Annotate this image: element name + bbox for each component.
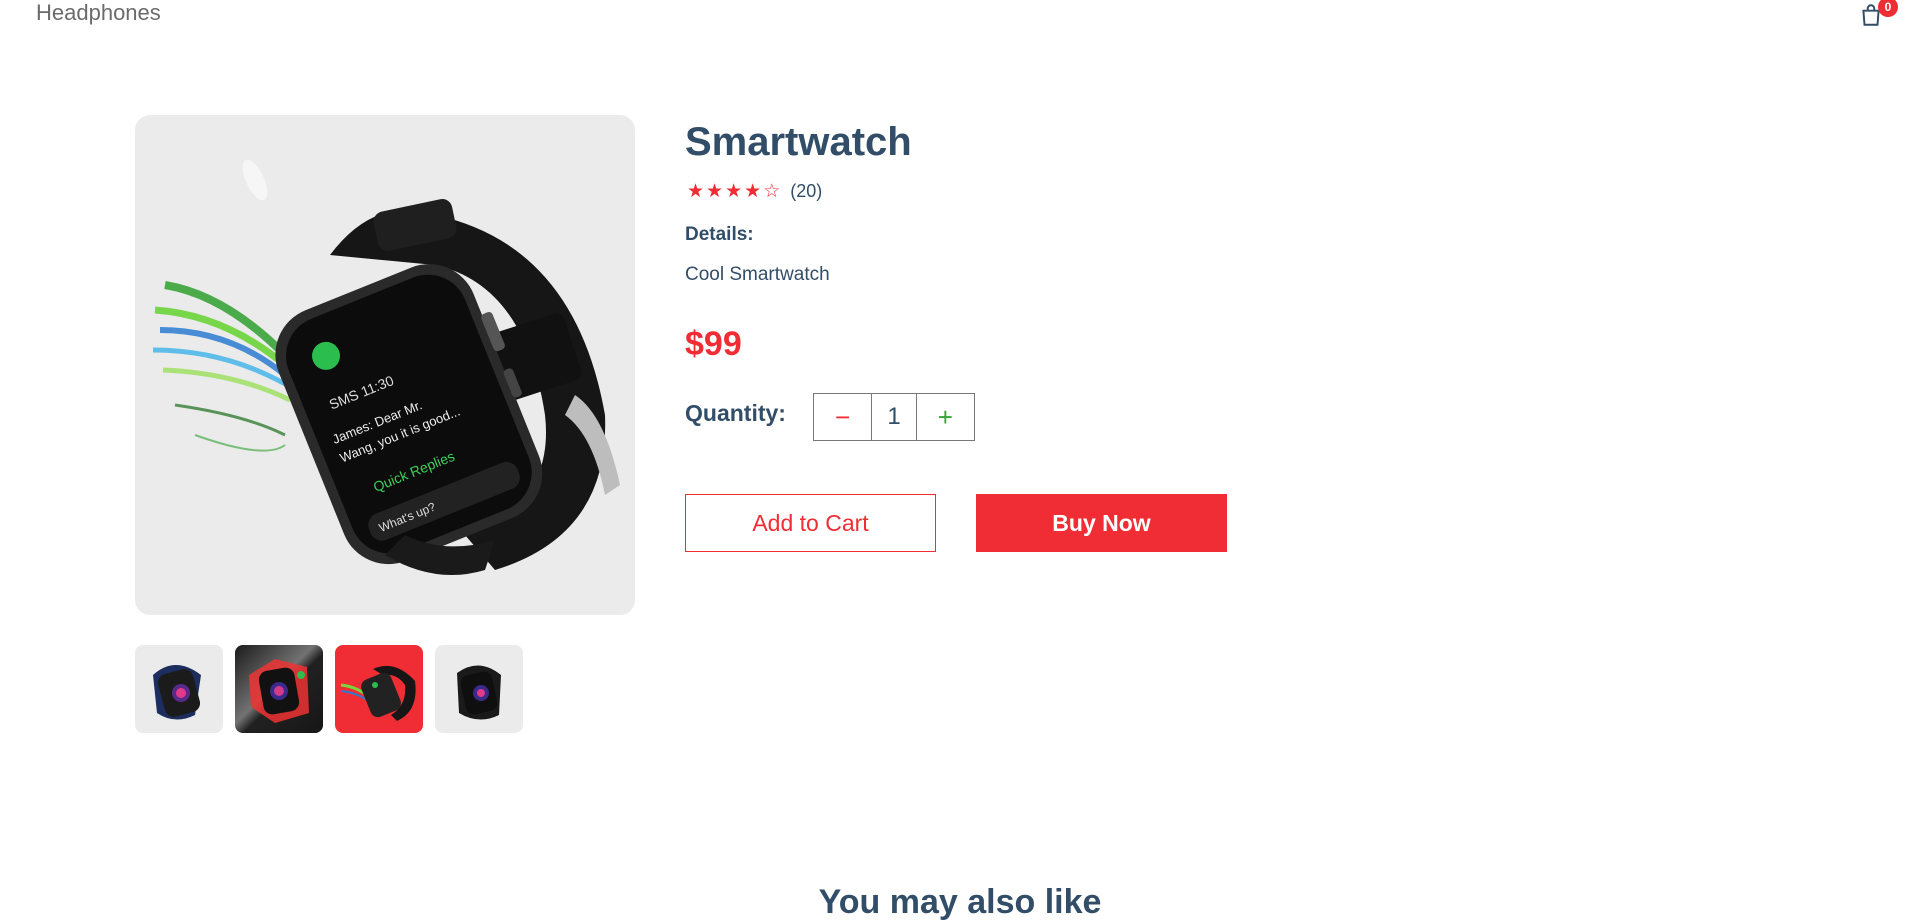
product-rating: ★ ★ ★ ★ ☆ (20) [687, 181, 822, 202]
buy-now-button[interactable]: Buy Now [976, 494, 1227, 552]
details-label: Details: [685, 224, 754, 245]
quantity-stepper: − 1 + [813, 393, 975, 441]
smartwatch-thumb-image [153, 665, 201, 720]
quantity-value: 1 [887, 403, 901, 430]
smartwatch-thumb-image [235, 645, 323, 733]
star-icon-filled: ★ [687, 181, 705, 202]
star-icon-outline: ☆ [763, 181, 781, 202]
quantity-label: Quantity: [685, 400, 786, 426]
star-icon-filled: ★ [725, 181, 743, 202]
thumbnail-2[interactable] [235, 645, 323, 733]
product-title: Smartwatch [685, 120, 912, 164]
also-like-heading: You may also like [818, 883, 1102, 921]
product-price: $99 [685, 325, 742, 363]
plus-icon[interactable]: + [915, 394, 974, 440]
details-text: Cool Smartwatch [685, 264, 830, 285]
thumbnail-list [135, 645, 523, 733]
logo-link[interactable]: Headphones [36, 0, 161, 26]
thumbnail-1[interactable] [135, 645, 223, 733]
rating-count: (20) [790, 181, 823, 201]
cart-count-badge: 0 [1878, 0, 1898, 17]
cart-button[interactable]: 0 [1858, 0, 1898, 32]
thumbnail-3-selected[interactable] [335, 645, 423, 733]
star-icon-filled: ★ [706, 181, 724, 202]
minus-icon[interactable]: − [814, 394, 873, 440]
add-to-cart-button[interactable]: Add to Cart [685, 494, 936, 552]
thumbnail-4[interactable] [435, 645, 523, 733]
product-main-image: SMS 11:30 James: Dear Mr. Wang, you it i… [135, 115, 635, 615]
star-icon-filled: ★ [744, 181, 762, 202]
navbar: Headphones 0 [0, 0, 1920, 40]
smartwatch-thumb-image [457, 665, 501, 720]
smartwatch-thumb-image [340, 665, 416, 721]
smartwatch-image: SMS 11:30 James: Dear Mr. Wang, you it i… [152, 159, 620, 575]
